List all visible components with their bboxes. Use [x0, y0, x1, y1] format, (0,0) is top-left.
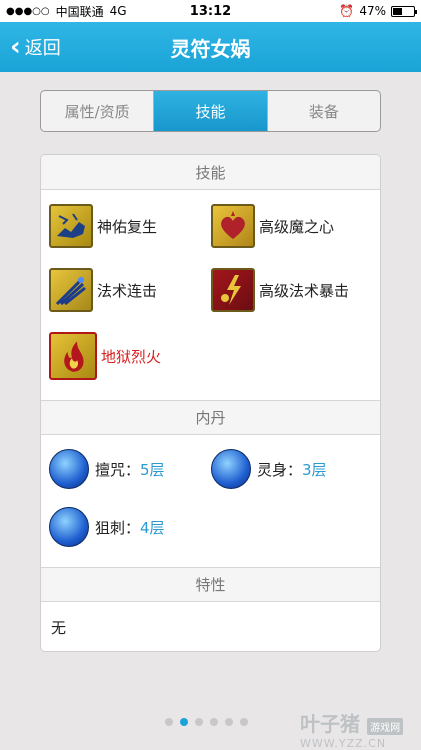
alarm-icon: ⏰ — [339, 4, 355, 18]
watermark-logo: 叶子猪 — [300, 712, 360, 736]
watermark: 叶子猪 游戏网 WWW.YZZ.CN — [300, 708, 404, 750]
tab-equipment[interactable]: 装备 — [268, 91, 380, 131]
neidan-item[interactable]: 狙刺： 4层 — [49, 507, 165, 547]
spell-crit-icon — [211, 268, 255, 312]
page-indicator — [165, 718, 248, 726]
tab-attributes[interactable]: 属性/资质 — [41, 91, 155, 131]
content-panel: 技能 神佑复生 高级魔之心 法术连击 高级法术暴击 地狱烈火 内丹 擅咒： 5层… — [40, 154, 381, 652]
neidan-orb-icon — [49, 449, 89, 489]
skill-name: 神佑复生 — [97, 217, 158, 236]
back-button[interactable]: ‹ 返回 — [0, 34, 61, 60]
skill-item[interactable]: 高级魔之心 — [211, 204, 334, 248]
skill-name: 高级法术暴击 — [259, 281, 350, 300]
page-dot[interactable] — [240, 718, 248, 726]
spell-combo-icon — [49, 268, 93, 312]
signal-icon: ●●●○○ — [6, 5, 50, 17]
watermark-url: WWW.YZZ.CN — [300, 737, 387, 750]
skills-header: 技能 — [41, 155, 380, 190]
neidan-level: 3层 — [302, 460, 327, 479]
skill-name: 法术连击 — [97, 281, 158, 300]
battery-icon — [391, 5, 417, 17]
neidan-item[interactable]: 擅咒： 5层 — [49, 449, 165, 489]
neidan-level: 4层 — [140, 518, 165, 537]
watermark-badge: 游戏网 — [367, 718, 404, 735]
neidan-list: 擅咒： 5层 灵身： 3层 狙刺： 4层 — [41, 435, 380, 567]
page-dot[interactable] — [195, 718, 203, 726]
tab-skills[interactable]: 技能 — [154, 91, 268, 131]
back-label: 返回 — [24, 38, 61, 59]
status-bar: ●●●○○ 中国联通 4G 13:12 ⏰ 47% — [0, 0, 421, 22]
skill-item[interactable]: 地狱烈火 — [49, 332, 161, 380]
neidan-level: 5层 — [140, 460, 165, 479]
page-title: 灵符女娲 — [170, 36, 251, 61]
neidan-name: 狙刺： — [95, 518, 141, 537]
page-dot[interactable] — [165, 718, 173, 726]
neidan-header: 内丹 — [41, 400, 380, 435]
battery-percent: 47% — [359, 4, 386, 18]
traits-value: 无 — [51, 618, 67, 637]
carrier: 中国联通 — [55, 4, 104, 19]
neidan-name: 擅咒： — [95, 460, 141, 479]
page-dot-active[interactable] — [180, 718, 188, 726]
nav-bar: ‹ 返回 灵符女娲 — [0, 22, 421, 72]
tab-bar: 属性/资质 技能 装备 — [40, 90, 381, 132]
skill-item[interactable]: 法术连击 — [49, 268, 157, 312]
revive-icon — [49, 204, 93, 248]
neidan-orb-icon — [211, 449, 251, 489]
neidan-orb-icon — [49, 507, 89, 547]
skills-list: 神佑复生 高级魔之心 法术连击 高级法术暴击 地狱烈火 — [41, 190, 380, 400]
skill-name: 高级魔之心 — [259, 217, 335, 236]
page-dot[interactable] — [210, 718, 218, 726]
skill-item[interactable]: 高级法术暴击 — [211, 268, 349, 312]
network-type: 4G — [109, 4, 127, 18]
neidan-name: 灵身： — [257, 460, 303, 479]
hellfire-icon — [49, 332, 97, 380]
skill-item[interactable]: 神佑复生 — [49, 204, 157, 248]
neidan-item[interactable]: 灵身： 3层 — [211, 449, 327, 489]
page-dot[interactable] — [225, 718, 233, 726]
magic-heart-icon — [211, 204, 255, 248]
traits-header: 特性 — [41, 567, 380, 602]
chevron-left-icon: ‹ — [10, 32, 21, 62]
skill-name: 地狱烈火 — [101, 347, 162, 366]
